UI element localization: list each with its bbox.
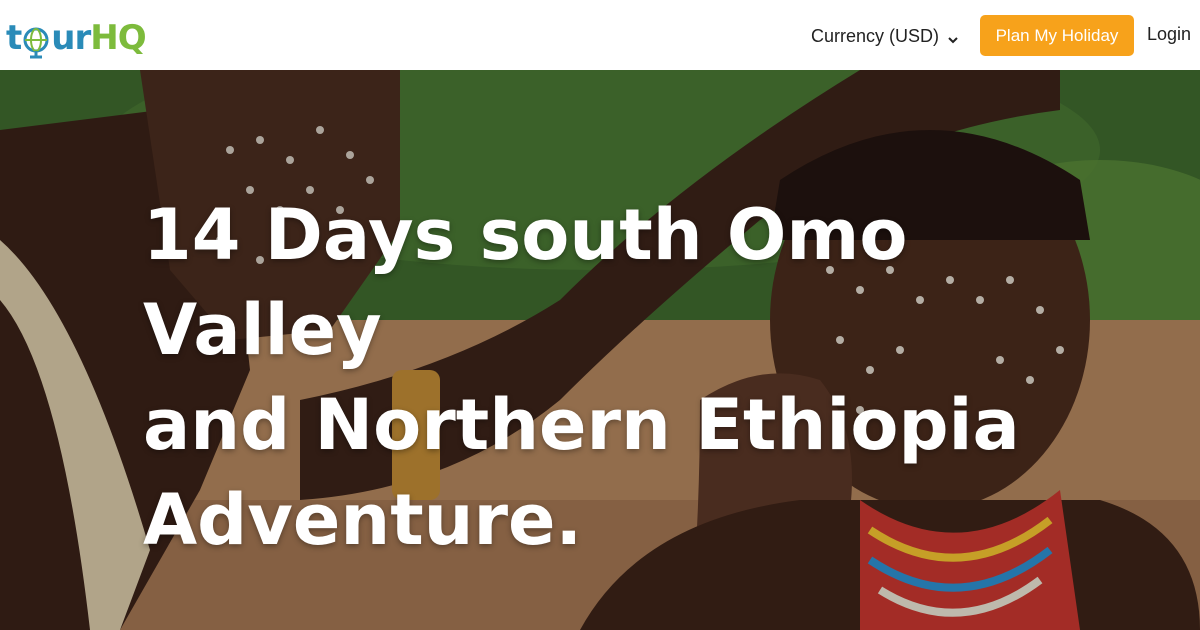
login-link[interactable]: Login — [1147, 24, 1191, 50]
hero-banner: 14 Days south Omo Valley and Northern Et… — [0, 70, 1200, 630]
hero-title-line-2: and Northern Ethiopia — [143, 384, 1020, 466]
chevron-down-icon — [947, 30, 959, 44]
globe-icon — [22, 26, 50, 59]
currency-selector[interactable]: Currency (USD) — [811, 23, 959, 49]
plan-my-holiday-button[interactable]: Plan My Holiday — [980, 15, 1134, 56]
site-header: t ur HQ Currency (USD) Plan My Holiday L… — [0, 0, 1200, 70]
logo-text-hq: HQ — [90, 18, 146, 58]
logo-text-ur: ur — [51, 18, 91, 58]
hero-title-line-3: Adventure. — [143, 479, 583, 561]
currency-label: Currency (USD) — [811, 25, 940, 46]
logo-text-t: t — [6, 18, 22, 58]
hero-title: 14 Days south Omo Valley and Northern Et… — [143, 188, 1123, 568]
tourhq-logo[interactable]: t ur HQ — [6, 10, 147, 59]
hero-title-line-1: 14 Days south Omo Valley — [143, 194, 908, 371]
